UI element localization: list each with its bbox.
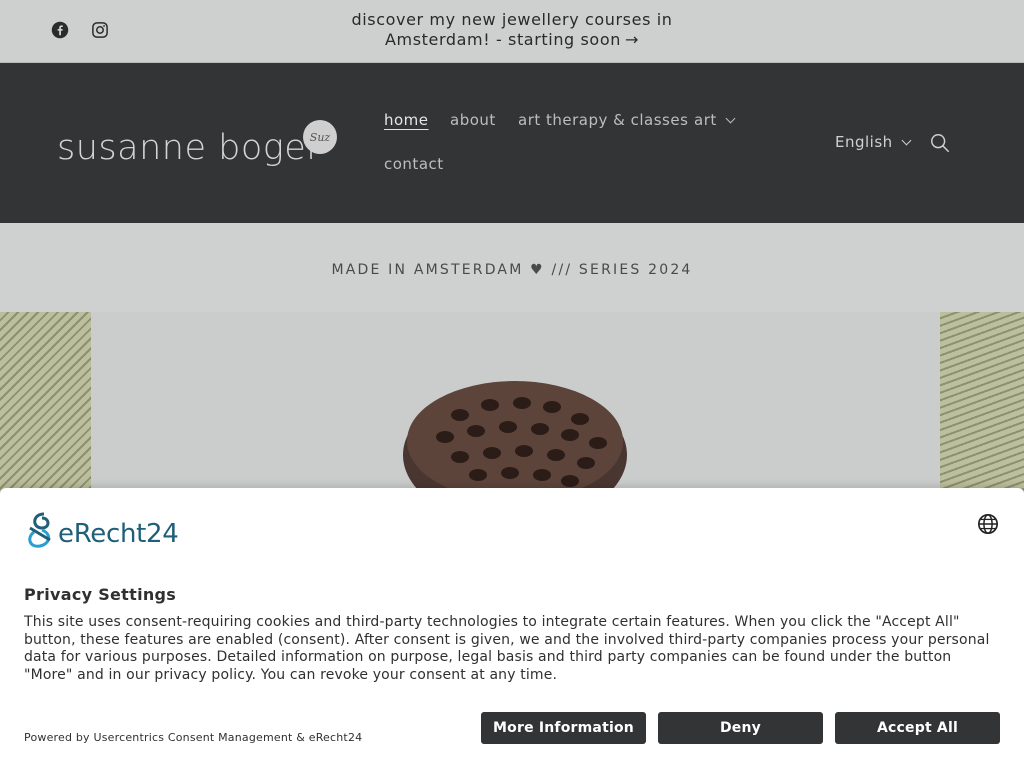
site-logo[interactable]: susanne boger Suz — [57, 118, 347, 178]
search-button[interactable] — [929, 132, 951, 154]
language-label: English — [835, 133, 893, 151]
announcement-line-1: discover my new jewellery courses in — [351, 10, 673, 29]
erecht24-symbol-icon — [28, 512, 51, 548]
search-icon — [931, 134, 950, 153]
deny-button[interactable]: Deny — [658, 712, 823, 744]
erecht24-wordmark: eRecht24 — [58, 519, 179, 549]
logo-badge: Suz — [303, 120, 337, 154]
cookie-consent-banner: eRecht24 Privacy Settings This site uses… — [0, 488, 1024, 768]
site-header: susanne boger Suz home about art therapy… — [0, 63, 1024, 223]
chevron-down-icon — [901, 135, 912, 146]
language-selector[interactable]: English — [835, 133, 912, 151]
privacy-settings-title: Privacy Settings — [24, 585, 177, 604]
nav-about[interactable]: about — [450, 111, 496, 129]
announcement-bar: discover my new jewellery courses in Ams… — [0, 0, 1024, 63]
globe-icon — [978, 514, 998, 534]
erecht24-logo: eRecht24 — [24, 510, 194, 550]
accept-all-button[interactable]: Accept All — [835, 712, 1000, 744]
instagram-icon — [92, 22, 108, 38]
nav-art[interactable]: art — [694, 111, 736, 129]
collection-tagline: MADE IN AMSTERDAM ♥ /// SERIES 2024 — [331, 262, 693, 278]
striped-artwork-left — [0, 312, 91, 492]
logo-text: susanne boger — [57, 128, 322, 168]
privacy-settings-text: This site uses consent-requiring cookies… — [24, 614, 990, 683]
nav-contact[interactable]: contact — [384, 155, 444, 173]
announcement-line-2: Amsterdam! - starting soon — [385, 30, 621, 49]
chevron-down-icon — [725, 113, 736, 124]
lotus-pod-image — [403, 381, 627, 505]
powered-by-text: Powered by Usercentrics Consent Manageme… — [24, 731, 363, 744]
arrow-right-icon: → — [624, 30, 639, 49]
nav-home[interactable]: home — [384, 111, 429, 129]
nav-art-label: art — [694, 111, 717, 129]
instagram-link[interactable] — [90, 20, 110, 40]
striped-artwork-right — [940, 312, 1024, 492]
nav-art-therapy-classes[interactable]: art therapy & classes — [518, 111, 688, 129]
more-information-button[interactable]: More Information — [481, 712, 646, 744]
facebook-icon — [51, 21, 69, 39]
facebook-link[interactable] — [50, 20, 70, 40]
language-globe-button[interactable] — [977, 513, 999, 535]
announcement-link[interactable]: discover my new jewellery courses in Ams… — [340, 10, 684, 50]
